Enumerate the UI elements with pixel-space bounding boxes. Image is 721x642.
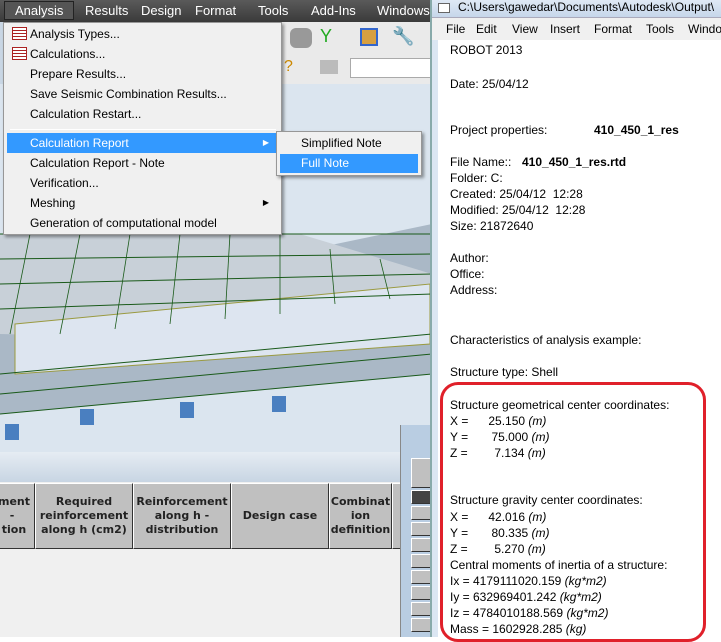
tool-button[interactable] — [411, 522, 431, 536]
menu-item-generation-model[interactable]: Generation of computational model — [7, 213, 277, 233]
menu-item-calculation-restart[interactable]: Calculation Restart... — [7, 104, 277, 124]
author: Author: — [450, 251, 489, 265]
tool-button[interactable] — [411, 506, 431, 520]
menu-item-meshing[interactable]: Meshing ▶ — [7, 193, 277, 213]
tool-button[interactable] — [411, 490, 431, 504]
help-tool-icon[interactable]: ? — [284, 58, 293, 76]
menu-windows[interactable]: Windows — [377, 3, 430, 18]
project-properties-value: 410_450_1_res — [594, 123, 679, 137]
menu-item-label: Meshing — [30, 196, 76, 210]
note-editor-window: C:\Users\gawedar\Documents\Autodesk\Outp… — [430, 0, 721, 642]
cube-tool-icon[interactable] — [360, 28, 378, 46]
project-properties-label: Project properties: — [450, 123, 548, 137]
document-body[interactable]: ROBOT 2013 Date: 25/04/12 Project proper… — [438, 40, 721, 642]
menu-item-prepare-results[interactable]: Prepare Results... — [7, 64, 277, 84]
menu-item-label: Analysis Types... — [30, 27, 120, 41]
document-icon — [438, 3, 450, 13]
office: Office: — [450, 267, 485, 281]
window-title-bar: C:\Users\gawedar\Documents\Autodesk\Outp… — [432, 0, 721, 17]
menu-tools[interactable]: Tools — [258, 3, 288, 18]
tool-button[interactable] — [411, 586, 431, 600]
analysis-menu: Analysis Types... Calculations... Prepar… — [3, 22, 282, 235]
menu-window[interactable]: Windo — [688, 22, 721, 36]
folder: Folder: C: — [450, 171, 503, 185]
menu-separator — [10, 129, 276, 130]
column-header-required-reinforcement[interactable]: Required reinforcement along h (cm2) — [35, 483, 133, 549]
toolbar: Y 🔧 ? — [280, 22, 432, 84]
report-date: Date: 25/04/12 — [450, 77, 529, 91]
tool-button[interactable] — [411, 618, 431, 632]
submenu-arrow-icon: ▶ — [262, 138, 269, 147]
results-table-panel: ment - tion Required reinforcement along… — [0, 452, 432, 637]
panel-header — [0, 452, 400, 482]
tool-button[interactable] — [411, 570, 431, 584]
menu-format[interactable]: Format — [195, 3, 236, 18]
release-tool-icon[interactable]: Y — [320, 26, 332, 47]
tool-button[interactable] — [411, 538, 431, 552]
product-name: ROBOT 2013 — [450, 43, 523, 57]
structure-type: Structure type: Shell — [450, 365, 559, 379]
tool-button[interactable] — [411, 458, 431, 488]
menu-design[interactable]: Design — [141, 3, 181, 18]
menu-add-ins[interactable]: Add-Ins — [311, 3, 356, 18]
gear-tool-icon[interactable] — [290, 28, 312, 48]
wrench-tool-icon[interactable]: 🔧 — [392, 26, 414, 47]
file-name-value: 410_450_1_res.rtd — [522, 155, 627, 169]
annotation-highlight-box — [440, 382, 706, 642]
menu-item-simplified-note[interactable]: Simplified Note — [280, 134, 418, 153]
column-header-combination-definition[interactable]: Combinat ion definition — [329, 483, 392, 549]
menu-file[interactable]: File — [446, 22, 465, 36]
column-header-design-case[interactable]: Design case — [231, 483, 329, 549]
modified: Modified: 25/04/12 12:28 — [450, 203, 586, 217]
menu-item-label: Calculations... — [30, 47, 106, 61]
menu-bar: Analysis Results Design Format Tools Add… — [0, 0, 432, 22]
menu-format[interactable]: Format — [594, 22, 632, 36]
calculation-report-submenu: Simplified Note Full Note — [276, 131, 422, 176]
column-header-reinforcement-along-h[interactable]: Reinforcement along h - distribution — [133, 483, 231, 549]
window-title: C:\Users\gawedar\Documents\Autodesk\Outp… — [458, 0, 715, 14]
support-tool-icon[interactable] — [320, 60, 338, 74]
menu-item-full-note[interactable]: Full Note — [280, 154, 418, 173]
file-name-label: File Name:: — [450, 155, 512, 169]
robot-main-window: Analysis Results Design Format Tools Add… — [0, 0, 432, 637]
editor-menu-bar: File Edit View Insert Format Tools Windo — [432, 17, 721, 40]
menu-item-calculation-report[interactable]: Calculation Report ▶ — [7, 133, 277, 153]
floating-toolbar-window — [400, 425, 432, 637]
menu-item-calculations[interactable]: Calculations... — [7, 44, 277, 64]
size: Size: 21872640 — [450, 219, 534, 233]
characteristics-heading: Characteristics of analysis example: — [450, 333, 642, 347]
menu-analysis[interactable]: Analysis — [4, 1, 75, 20]
tool-button[interactable] — [411, 602, 431, 616]
toolbar-input[interactable] — [350, 58, 432, 78]
menu-item-calculation-report-note[interactable]: Calculation Report - Note — [7, 153, 277, 173]
column-header-reinforcement-distribution[interactable]: ment - tion — [0, 483, 35, 549]
menu-item-save-seismic[interactable]: Save Seismic Combination Results... — [7, 84, 277, 104]
created: Created: 25/04/12 12:28 — [450, 187, 583, 201]
address: Address: — [450, 283, 498, 297]
menu-item-verification[interactable]: Verification... — [7, 173, 277, 193]
menu-tools[interactable]: Tools — [646, 22, 674, 36]
menu-results[interactable]: Results — [85, 3, 128, 18]
menu-item-analysis-types[interactable]: Analysis Types... — [7, 24, 277, 44]
menu-edit[interactable]: Edit — [476, 22, 497, 36]
submenu-arrow-icon: ▶ — [262, 198, 269, 207]
calculations-icon — [12, 47, 27, 60]
menu-insert[interactable]: Insert — [550, 22, 580, 36]
menu-view[interactable]: View — [512, 22, 538, 36]
tool-button[interactable] — [411, 554, 431, 568]
analysis-types-icon — [12, 27, 27, 40]
menu-item-label: Calculation Report — [30, 136, 129, 150]
